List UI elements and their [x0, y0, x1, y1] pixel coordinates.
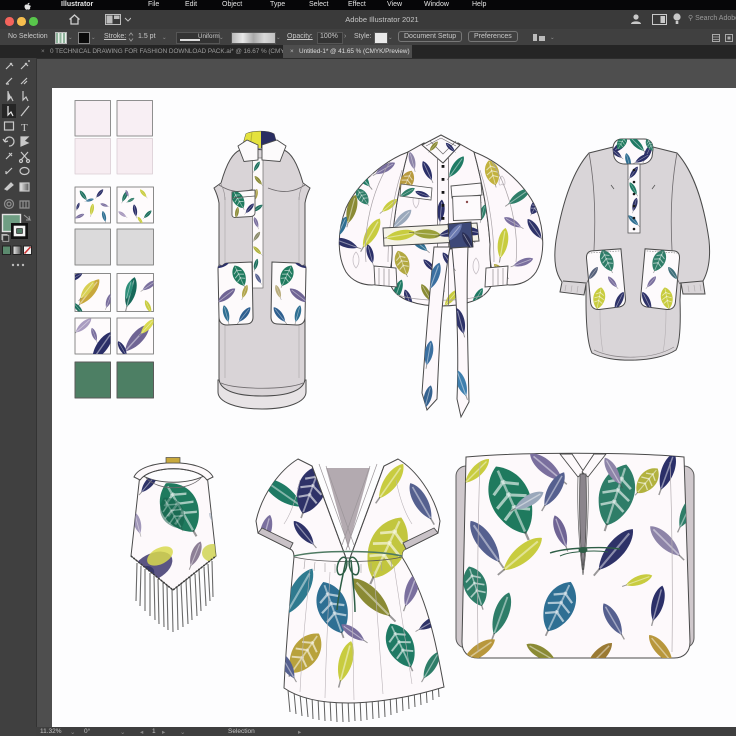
svg-text:T: T	[21, 122, 28, 134]
